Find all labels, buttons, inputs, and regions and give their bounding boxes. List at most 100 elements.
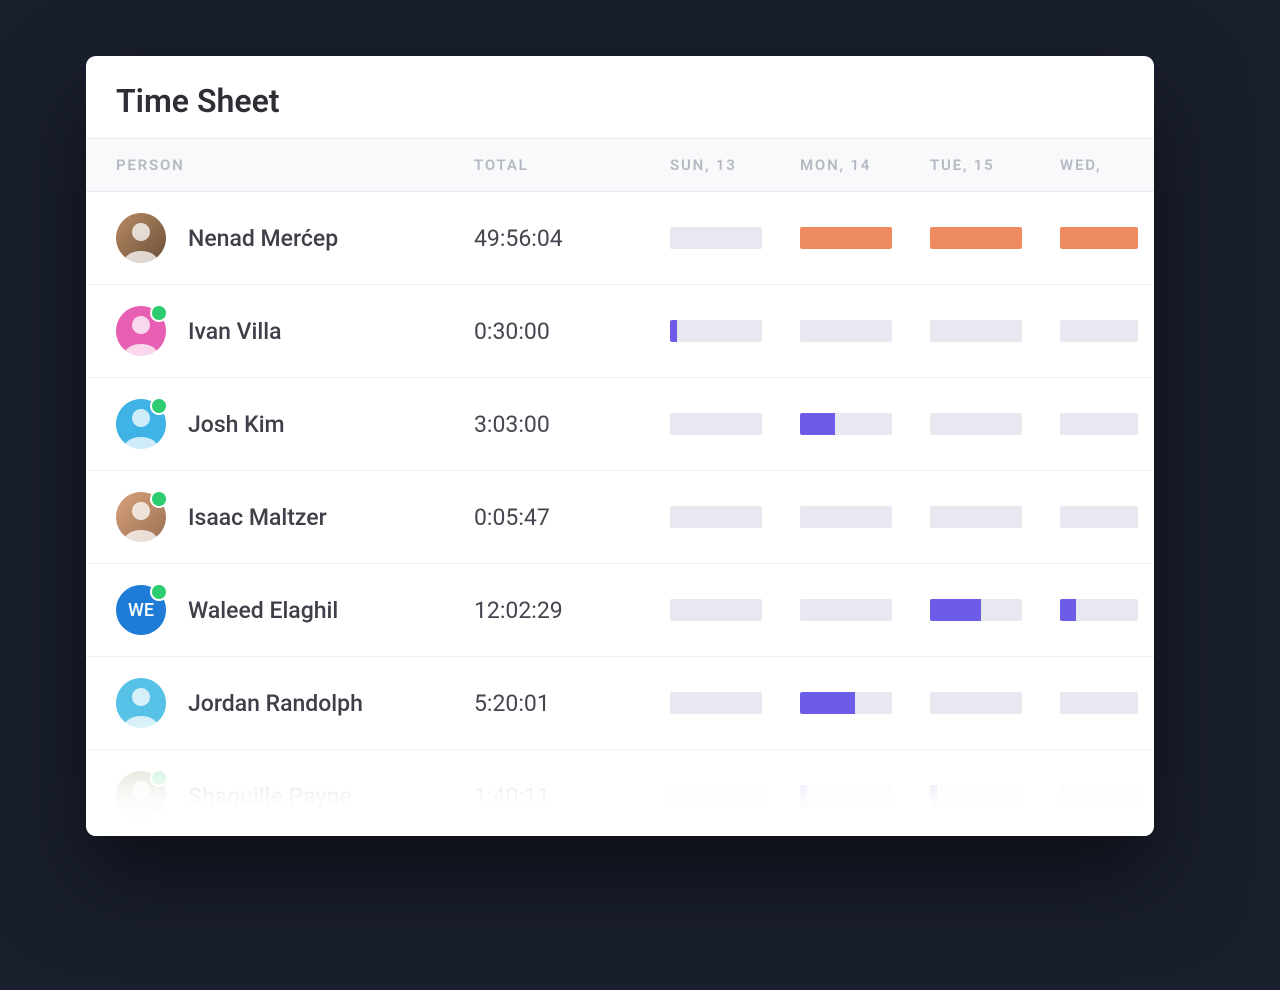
column-header-day-3[interactable]: WED, [1060,156,1154,174]
person-name: Shaquille Payne [188,783,352,810]
total-time: 0:05:47 [474,504,670,531]
column-header-day-1[interactable]: MON, 14 [800,156,930,174]
avatar-initials: WE [128,600,154,621]
avatar[interactable] [116,492,166,542]
day-cell[interactable] [1060,413,1154,435]
person-cell: Ivan Villa [116,306,474,356]
online-badge-icon [150,769,168,787]
day-cell[interactable] [670,320,800,342]
day-cell[interactable] [800,227,930,249]
total-time: 0:30:00 [474,318,670,345]
total-time: 5:20:01 [474,690,670,717]
day-cell[interactable] [800,413,930,435]
time-bar [930,227,1022,249]
person-photo-icon [116,678,166,728]
total-time: 12:02:29 [474,597,670,624]
person-cell: Jordan Randolph [116,678,474,728]
avatar[interactable] [116,399,166,449]
time-bar [670,692,762,714]
time-bar-fill [800,413,835,435]
day-cell[interactable] [1060,320,1154,342]
table-row[interactable]: Nenad Merćep 49:56:04 [86,192,1154,285]
table-row[interactable]: Shaquille Payne1:40:11 [86,750,1154,836]
day-cell[interactable] [1060,692,1154,714]
day-cell[interactable] [1060,506,1154,528]
time-bar-fill [800,227,892,249]
time-bar [800,320,892,342]
person-name: Josh Kim [188,411,285,438]
table-row[interactable]: Ivan Villa 0:30:00 [86,285,1154,378]
day-cell[interactable] [930,227,1060,249]
person-name: Jordan Randolph [188,690,363,717]
day-cell[interactable] [800,785,930,807]
time-bar [670,227,762,249]
time-bar [670,599,762,621]
day-cell[interactable] [800,692,930,714]
column-header-person[interactable]: PERSON [116,156,474,174]
time-bar-fill [1060,227,1138,249]
time-bar-fill [930,599,981,621]
time-bar-fill [1060,599,1076,621]
avatar[interactable] [116,213,166,263]
avatar[interactable] [116,678,166,728]
day-cell[interactable] [670,599,800,621]
column-header-day-0[interactable]: SUN, 13 [670,156,800,174]
time-bar [1060,227,1138,249]
avatar[interactable] [116,306,166,356]
column-header-total[interactable]: TOTAL [474,156,670,174]
day-cell[interactable] [930,506,1060,528]
time-bar [800,599,892,621]
day-cell[interactable] [800,506,930,528]
time-bar [800,413,892,435]
table-row[interactable]: Isaac Maltzer0:05:47 [86,471,1154,564]
day-cell[interactable] [1060,785,1154,807]
table-row[interactable]: Josh Kim3:03:00 [86,378,1154,471]
person-cell: Nenad Merćep [116,213,474,263]
time-bar-fill [800,785,807,807]
time-bar-fill [930,227,1022,249]
day-cell[interactable] [800,320,930,342]
page-title: Time Sheet [86,56,1154,138]
time-bar [800,692,892,714]
time-bar [800,227,892,249]
column-header-day-2[interactable]: TUE, 15 [930,156,1060,174]
day-cell[interactable] [670,785,800,807]
day-cell[interactable] [930,320,1060,342]
table-header: PERSON TOTAL SUN, 13 MON, 14 TUE, 15 WED… [86,138,1154,192]
person-cell: Isaac Maltzer [116,492,474,542]
time-bar [670,785,762,807]
person-cell: Shaquille Payne [116,771,474,821]
day-cell[interactable] [670,413,800,435]
time-bar [930,320,1022,342]
day-cell[interactable] [1060,227,1154,249]
time-bar [930,506,1022,528]
table-row[interactable]: WEWaleed Elaghil12:02:29 [86,564,1154,657]
day-cell[interactable] [930,599,1060,621]
table-body: Nenad Merćep 49:56:04 Ivan Villa 0:30:00 Jos… [86,192,1154,836]
time-bar [930,785,1022,807]
time-bar [670,413,762,435]
day-cell[interactable] [670,506,800,528]
time-bar [670,506,762,528]
avatar[interactable] [116,771,166,821]
day-cell[interactable] [670,227,800,249]
day-cell[interactable] [930,692,1060,714]
day-cell[interactable] [800,599,930,621]
time-bar [670,320,762,342]
day-cell[interactable] [930,413,1060,435]
total-time: 49:56:04 [474,225,670,252]
avatar[interactable]: WE [116,585,166,635]
day-cell[interactable] [1060,599,1154,621]
time-bar [800,785,892,807]
day-cell[interactable] [930,785,1060,807]
person-cell: Josh Kim [116,399,474,449]
person-name: Ivan Villa [188,318,282,345]
person-name: Nenad Merćep [188,225,338,252]
time-bar [1060,413,1138,435]
table-row[interactable]: Jordan Randolph 5:20:01 [86,657,1154,750]
day-cell[interactable] [670,692,800,714]
time-bar [800,506,892,528]
time-bar-fill [800,692,855,714]
person-photo-icon [116,213,166,263]
time-bar [1060,692,1138,714]
